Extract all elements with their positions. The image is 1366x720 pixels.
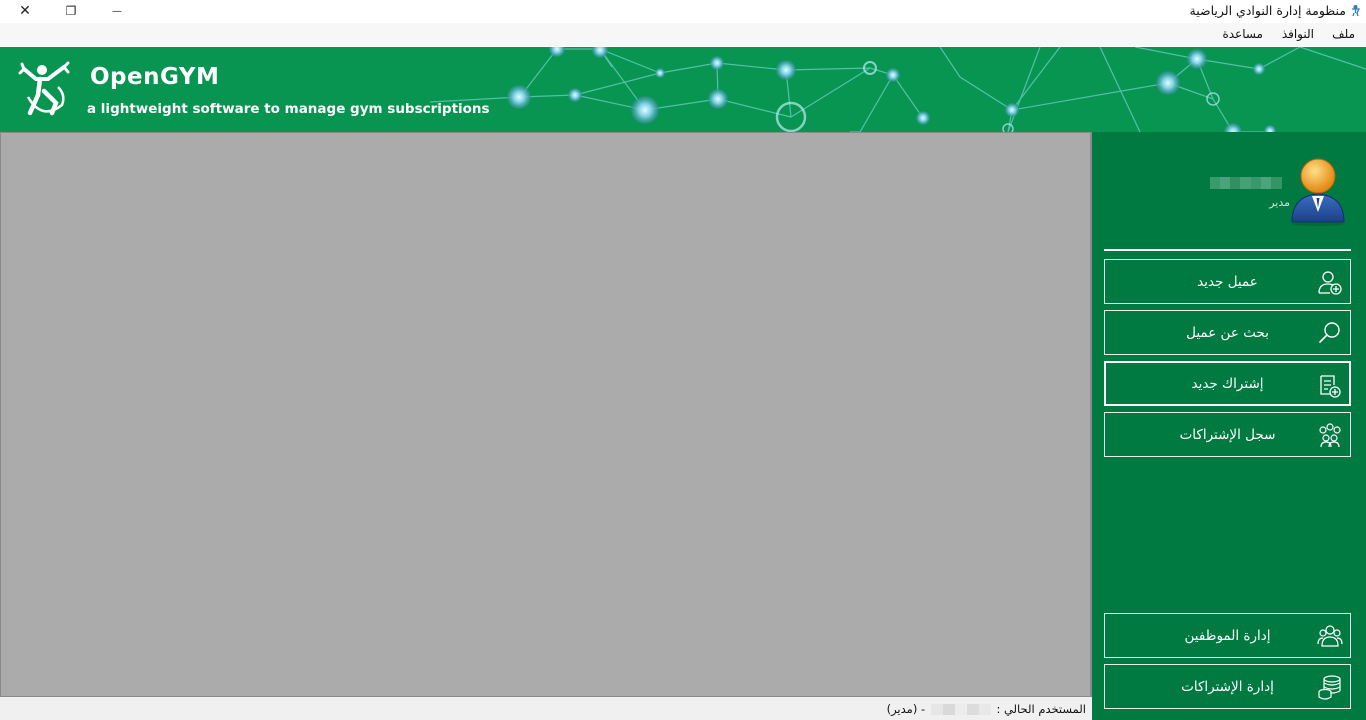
coins-stack-icon	[1318, 675, 1341, 700]
current-user-name-redacted	[930, 704, 991, 715]
search-client-button[interactable]: بحث عن عميل	[1104, 310, 1351, 355]
add-user-icon	[1318, 271, 1342, 295]
current-user-label: المستخدم الحالي :	[996, 702, 1086, 716]
subscriptions-management-label: إدارة الإشتراكات	[1181, 678, 1274, 695]
minimize-button[interactable]: —	[94, 0, 140, 22]
staff-management-label: إدارة الموظفين	[1184, 627, 1271, 644]
brand-tagline: a lightweight software to manage gym sub…	[87, 101, 490, 117]
new-subscription-label: إشتراك جديد	[1191, 375, 1264, 392]
title-bar: ✕ ❐ — منظومة إدارة النوادي الرياضية	[0, 0, 1366, 23]
gym-logo-icon	[18, 61, 70, 116]
status-bar: المستخدم الحالي : - (مدير)	[0, 697, 1092, 720]
group-icon	[1319, 423, 1341, 448]
sidebar-divider	[1104, 249, 1351, 251]
staff-management-button[interactable]: إدارة الموظفين	[1104, 613, 1351, 658]
current-user-status: المستخدم الحالي : - (مدير)	[887, 702, 1086, 716]
subscriptions-management-button[interactable]: إدارة الإشتراكات	[1104, 664, 1351, 709]
user-name-redacted	[1210, 177, 1282, 189]
search-client-label: بحث عن عميل	[1186, 324, 1269, 341]
search-icon	[1319, 322, 1340, 343]
app-icon	[1352, 5, 1361, 17]
staff-icon	[1317, 625, 1343, 647]
subscriptions-log-label: سجل الإشتراكات	[1179, 426, 1276, 443]
close-button[interactable]: ✕	[2, 0, 48, 22]
current-user-role: - (مدير)	[886, 702, 926, 716]
new-subscription-icon	[1320, 375, 1341, 398]
menu-help[interactable]: مساعدة	[1222, 27, 1263, 41]
maximize-button[interactable]: ❐	[48, 0, 94, 22]
subscriptions-log-button[interactable]: سجل الإشتراكات	[1104, 412, 1351, 457]
window-title: منظومة إدارة النوادي الرياضية	[1189, 3, 1346, 18]
user-role: مدير	[1269, 196, 1290, 209]
menu-file[interactable]: ملف	[1332, 27, 1355, 41]
brand-name: OpenGYM	[90, 64, 220, 90]
sidebar: مدير عميل جديد بحث عن عميل إشتراك جديد س…	[1092, 132, 1366, 720]
user-avatar-icon	[1291, 158, 1345, 226]
menu-windows[interactable]: النوافذ	[1282, 27, 1314, 41]
new-client-button[interactable]: عميل جديد	[1104, 259, 1351, 304]
main-content-area	[0, 132, 1092, 697]
header-banner: OpenGYM a lightweight software to manage…	[0, 47, 1366, 132]
menu-bar: ملف النوافذ مساعدة	[0, 23, 1366, 46]
new-client-label: عميل جديد	[1197, 273, 1258, 290]
new-subscription-button[interactable]: إشتراك جديد	[1104, 361, 1351, 406]
